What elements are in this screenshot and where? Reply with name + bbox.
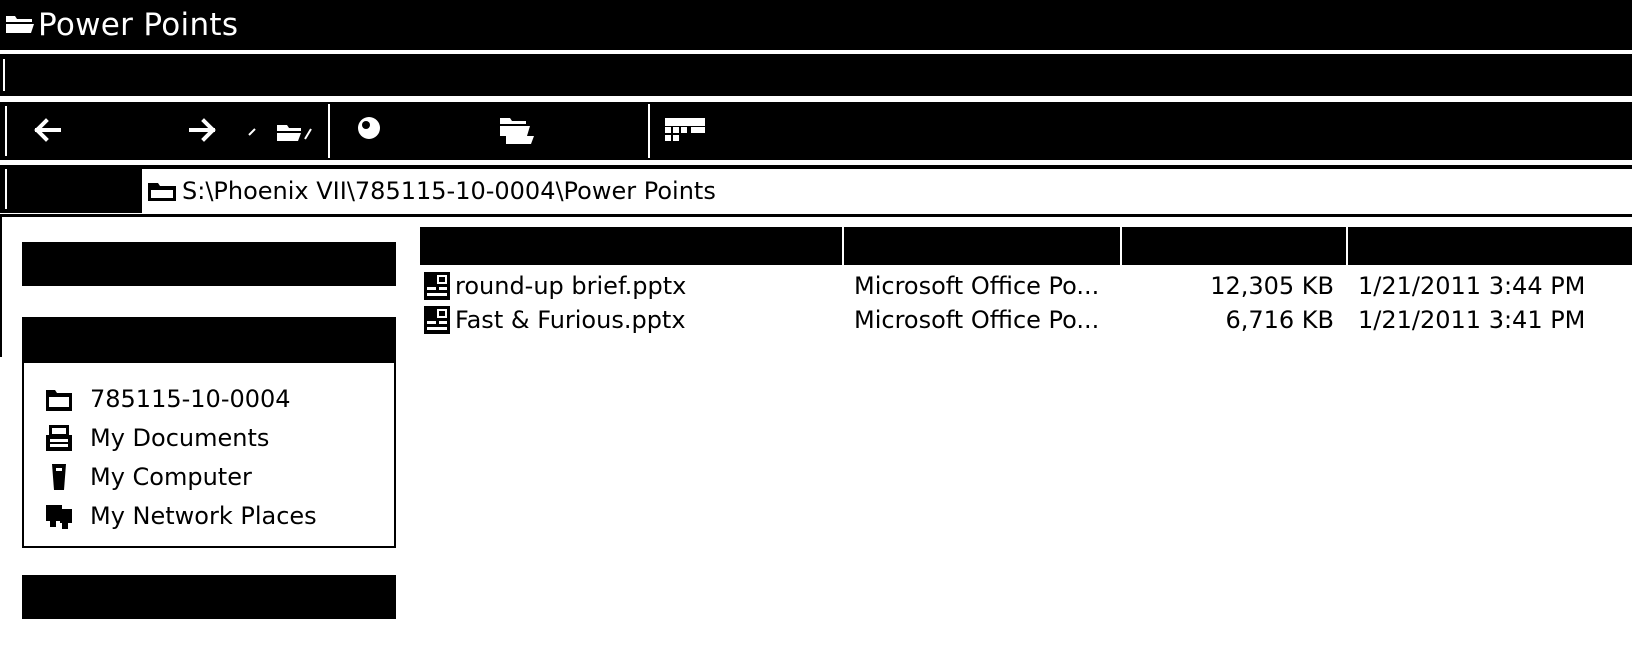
search-icon bbox=[355, 115, 385, 145]
forward-button[interactable] bbox=[182, 110, 222, 150]
documents-icon bbox=[44, 423, 74, 453]
folders-button[interactable] bbox=[488, 110, 544, 150]
column-headers bbox=[420, 227, 1632, 265]
pptx-file-icon bbox=[420, 271, 454, 301]
window-title: Power Points bbox=[38, 6, 239, 43]
file-rows: round-up brief.pptx Microsoft Office Po.… bbox=[420, 269, 1632, 337]
folder-up-icon bbox=[239, 115, 319, 145]
place-item-my-computer[interactable]: My Computer bbox=[44, 457, 317, 496]
other-places-header[interactable] bbox=[22, 317, 396, 363]
address-field[interactable]: S:\Phoenix VII\785115-10-0004\Power Poin… bbox=[142, 169, 1632, 213]
other-places-panel: 785115-10-0004 My Documents My Computer … bbox=[22, 317, 396, 548]
arrow-right-icon bbox=[187, 117, 217, 143]
address-bar: S:\Phoenix VII\785115-10-0004\Power Poin… bbox=[0, 163, 1632, 213]
place-item-label: 785115-10-0004 bbox=[90, 384, 291, 413]
file-name-cell: Fast & Furious.pptx bbox=[420, 305, 844, 335]
task-pane: 785115-10-0004 My Documents My Computer … bbox=[0, 217, 405, 650]
other-places-list: 785115-10-0004 My Documents My Computer … bbox=[44, 379, 317, 535]
details-header[interactable] bbox=[22, 575, 396, 619]
table-row[interactable]: Fast & Furious.pptx Microsoft Office Po.… bbox=[420, 303, 1632, 337]
file-name: Fast & Furious.pptx bbox=[455, 306, 686, 334]
task-pane-edge bbox=[0, 217, 2, 357]
network-icon bbox=[44, 501, 74, 531]
computer-icon bbox=[44, 462, 74, 492]
search-button[interactable] bbox=[350, 110, 390, 150]
title-bar: Power Points bbox=[0, 0, 1632, 50]
toolbar bbox=[0, 100, 1632, 160]
place-item-785115-10-0004[interactable]: 785115-10-0004 bbox=[44, 379, 317, 418]
address-bar-grip[interactable] bbox=[5, 169, 7, 209]
menu-bar[interactable] bbox=[0, 52, 1632, 96]
column-header-modified[interactable] bbox=[1348, 227, 1632, 265]
menu-bar-grip[interactable] bbox=[3, 59, 5, 91]
column-header-size[interactable] bbox=[1122, 227, 1348, 265]
column-header-type[interactable] bbox=[844, 227, 1122, 265]
views-icon bbox=[663, 115, 707, 145]
open-folder-icon bbox=[4, 13, 36, 37]
file-tasks-header[interactable] bbox=[22, 242, 396, 286]
place-item-label: My Computer bbox=[90, 462, 252, 491]
file-modified: 1/21/2011 3:41 PM bbox=[1358, 306, 1586, 334]
toolbar-separator bbox=[648, 104, 650, 158]
folders-icon bbox=[494, 114, 538, 146]
folder-icon bbox=[44, 384, 74, 414]
back-button[interactable] bbox=[28, 110, 68, 150]
column-header-name[interactable] bbox=[420, 227, 844, 265]
views-button[interactable] bbox=[660, 110, 710, 150]
folder-icon bbox=[146, 179, 178, 203]
table-row[interactable]: round-up brief.pptx Microsoft Office Po.… bbox=[420, 269, 1632, 303]
place-item-my-documents[interactable]: My Documents bbox=[44, 418, 317, 457]
file-name: round-up brief.pptx bbox=[455, 272, 687, 300]
file-list: round-up brief.pptx Microsoft Office Po.… bbox=[420, 217, 1632, 650]
toolbar-grip[interactable] bbox=[5, 106, 7, 156]
file-type: Microsoft Office Po... bbox=[854, 272, 1100, 300]
up-folder-button[interactable] bbox=[236, 110, 322, 150]
toolbar-separator bbox=[328, 104, 330, 158]
place-item-my-network-places[interactable]: My Network Places bbox=[44, 496, 317, 535]
place-item-label: My Network Places bbox=[90, 501, 317, 530]
file-name-cell: round-up brief.pptx bbox=[420, 271, 844, 301]
file-size: 6,716 KB bbox=[1225, 306, 1334, 334]
pptx-file-icon bbox=[420, 305, 454, 335]
place-item-label: My Documents bbox=[90, 423, 270, 452]
file-type: Microsoft Office Po... bbox=[854, 306, 1100, 334]
file-modified: 1/21/2011 3:44 PM bbox=[1358, 272, 1586, 300]
arrow-left-icon bbox=[33, 117, 63, 143]
address-path: S:\Phoenix VII\785115-10-0004\Power Poin… bbox=[182, 177, 716, 205]
file-size: 12,305 KB bbox=[1210, 272, 1334, 300]
